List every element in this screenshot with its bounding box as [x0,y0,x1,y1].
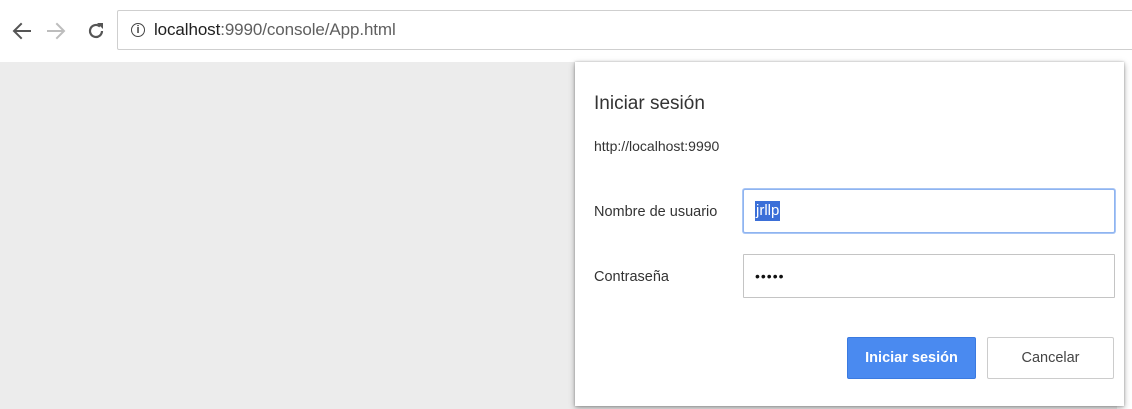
password-field[interactable]: ••••• [743,254,1115,298]
reload-icon [88,23,104,39]
url-text[interactable]: localhost:9990/console/App.html [154,20,396,40]
password-value: ••••• [755,268,785,284]
cancel-button[interactable]: Cancelar [987,337,1114,379]
back-button[interactable] [10,16,34,46]
username-value: jrllp [755,201,781,221]
dialog-origin: http://localhost:9990 [594,138,720,154]
browser-toolbar: i localhost:9990/console/App.html [0,0,1132,62]
info-icon[interactable]: i [131,23,145,37]
reload-button[interactable] [84,16,108,46]
password-label: Contraseña [594,269,669,285]
dialog-title: Iniciar sesión [594,93,705,114]
sign-in-button[interactable]: Iniciar sesión [847,337,976,379]
forward-button[interactable] [44,16,68,46]
url-host: localhost [154,20,221,39]
username-label: Nombre de usuario [594,204,718,220]
forward-arrow-icon [47,22,66,40]
sign-in-dialog: Iniciar sesión http://localhost:9990 Nom… [575,62,1124,406]
url-path: :9990/console/App.html [220,20,396,39]
username-field[interactable]: jrllp [743,189,1115,233]
back-arrow-icon [12,22,31,40]
address-bar[interactable]: i localhost:9990/console/App.html [117,10,1132,50]
